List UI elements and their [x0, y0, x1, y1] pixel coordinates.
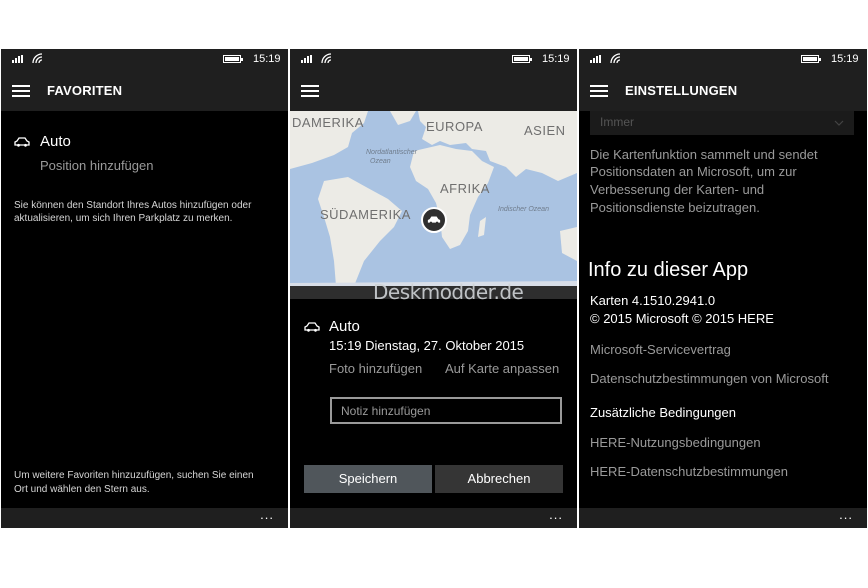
note-input[interactable]: Notiz hinzufügen — [330, 397, 562, 424]
signal-icon — [12, 55, 26, 63]
hamburger-menu-icon[interactable] — [12, 85, 30, 97]
app-bar: ... — [290, 508, 577, 528]
watermark: Deskmodder.de — [373, 280, 524, 304]
title-bar: FAVORITEN — [1, 69, 288, 111]
info-text-line-1: Sie können den Standort Ihres Autos hinz… — [14, 200, 252, 211]
map-label-north-atlantic-2: Ozean — [370, 158, 391, 165]
favorite-auto-title[interactable]: Auto — [40, 133, 71, 150]
clock: 15:19 — [253, 53, 281, 65]
status-bar: 15:19 — [290, 49, 577, 69]
settings-screen: 15:19 EINSTELLUNGEN Immer Die Kartenfunk… — [579, 49, 867, 528]
battery-icon — [801, 55, 821, 63]
wifi-icon — [321, 53, 332, 64]
car-location-pin[interactable] — [421, 207, 447, 233]
app-bar: ... — [1, 508, 288, 528]
parking-datetime: 15:19 Dienstag, 27. Oktober 2015 — [329, 338, 525, 353]
title-bar — [290, 69, 577, 111]
wifi-icon — [32, 53, 43, 64]
app-bar: ... — [579, 508, 867, 528]
more-options-button[interactable]: ... — [549, 508, 563, 522]
description-line-4: Positionsdienste beizutragen. — [590, 200, 760, 215]
map-label-europe: EUROPA — [426, 119, 483, 134]
hamburger-menu-icon[interactable] — [301, 85, 319, 97]
battery-icon — [512, 55, 532, 63]
page-title: EINSTELLUNGEN — [625, 83, 738, 98]
title-bar: EINSTELLUNGEN — [579, 69, 867, 111]
map-label-africa: AFRIKA — [440, 181, 490, 196]
chevron-down-icon — [834, 120, 844, 126]
link-here-terms[interactable]: HERE-Nutzungsbedingungen — [590, 435, 761, 450]
parking-detail-screen: 15:19 DAMERIKA EUROPA ASIEN AFRIKA SÜDAM… — [290, 49, 577, 528]
link-here-privacy[interactable]: HERE-Datenschutzbestimmungen — [590, 464, 788, 479]
more-options-button[interactable]: ... — [260, 508, 274, 522]
battery-icon — [223, 55, 243, 63]
map-label-asia: ASIEN — [524, 123, 566, 138]
signal-icon — [301, 55, 315, 63]
description-line-1: Die Kartenfunktion sammelt und sendet — [590, 147, 818, 162]
wifi-icon — [610, 53, 621, 64]
map-label-america: DAMERIKA — [292, 115, 364, 130]
adjust-on-map-link[interactable]: Auf Karte anpassen — [445, 361, 559, 376]
hamburger-menu-icon[interactable] — [590, 85, 608, 97]
page-title: FAVORITEN — [47, 83, 123, 98]
favorites-screen: 15:19 FAVORITEN Auto Position hinzufügen… — [1, 49, 288, 528]
more-options-button[interactable]: ... — [839, 508, 853, 522]
map-label-south-america: SÜDAMERIKA — [320, 207, 411, 222]
map-label-indian-ocean: Indischer Ozean — [498, 206, 549, 213]
cancel-button[interactable]: Abbrechen — [435, 465, 563, 493]
link-microsoft-services-agreement[interactable]: Microsoft-Servicevertrag — [590, 342, 731, 357]
status-bar: 15:19 — [1, 49, 288, 69]
description-line-2: Positionsdaten an Microsoft, um zur — [590, 164, 797, 179]
hint-text-line-2: Ort und wählen den Stern aus. — [14, 484, 150, 495]
map-view[interactable]: DAMERIKA EUROPA ASIEN AFRIKA SÜDAMERIKA … — [290, 111, 577, 286]
auto-title: Auto — [329, 318, 360, 335]
hint-text-line-1: Um weitere Favoriten hinzuzufügen, suche… — [14, 470, 254, 481]
link-microsoft-privacy[interactable]: Datenschutzbestimmungen von Microsoft — [590, 371, 828, 386]
note-placeholder: Notiz hinzufügen — [341, 404, 431, 418]
app-version: Karten 4.1510.2941.0 — [590, 293, 716, 308]
car-icon — [427, 216, 441, 225]
dropdown-value: Immer — [600, 115, 634, 129]
info-text-line-2: aktualisieren, um sich Ihren Parkplatz z… — [14, 213, 233, 224]
status-bar: 15:19 — [579, 49, 867, 69]
description-line-3: Verbesserung der Karten- und — [590, 182, 765, 197]
add-photo-link[interactable]: Foto hinzufügen — [329, 361, 422, 376]
clock: 15:19 — [831, 53, 859, 65]
car-icon — [304, 322, 320, 332]
car-icon — [14, 137, 30, 147]
location-sharing-dropdown[interactable]: Immer — [590, 111, 854, 135]
signal-icon — [590, 55, 604, 63]
copyright: © 2015 Microsoft © 2015 HERE — [590, 311, 774, 326]
link-additional-terms[interactable]: Zusätzliche Bedingungen — [590, 405, 736, 420]
save-button[interactable]: Speichern — [304, 465, 432, 493]
add-position-link[interactable]: Position hinzufügen — [40, 158, 153, 173]
clock: 15:19 — [542, 53, 570, 65]
about-heading: Info zu dieser App — [588, 259, 749, 281]
map-label-north-atlantic-1: Nordatlantischer — [366, 149, 417, 156]
